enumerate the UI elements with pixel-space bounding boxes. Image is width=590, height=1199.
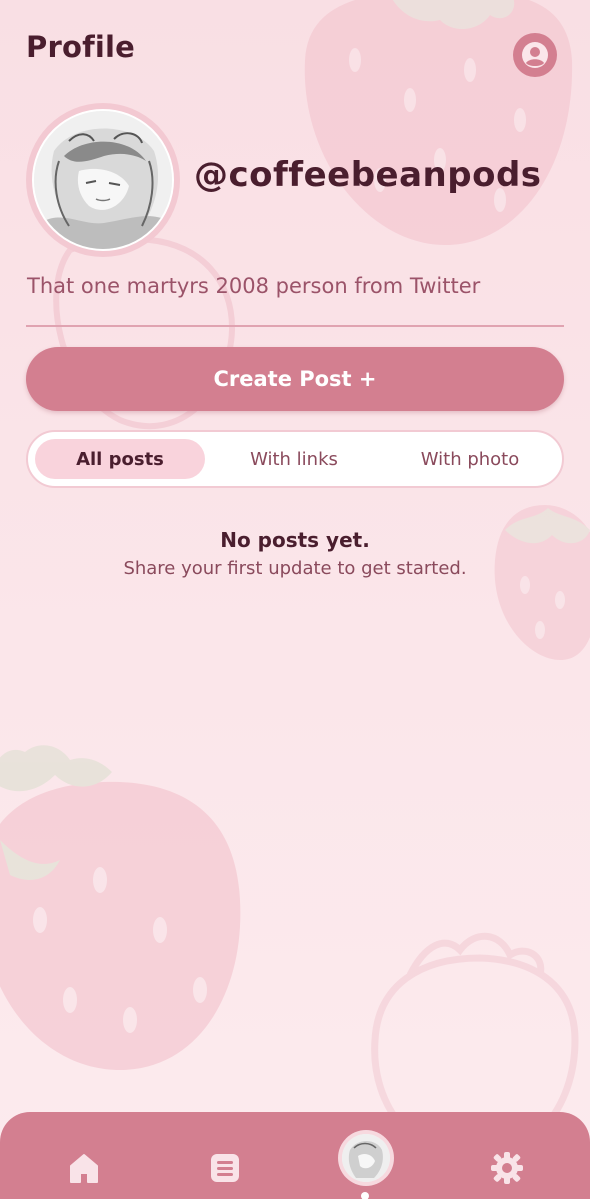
home-icon [70,1154,98,1183]
empty-state-title: No posts yet. [220,528,370,552]
nav-posts[interactable] [203,1146,247,1190]
user-circle-icon [522,42,548,68]
account-button[interactable] [513,33,557,77]
list-icon [211,1154,239,1182]
divider [26,325,564,327]
tab-all-posts[interactable]: All posts [35,439,205,479]
avatar-image [32,109,174,251]
tab-with-photo[interactable]: With photo [383,439,557,479]
profile-screen: Profile @coffeebeanpods That one martyrs… [0,0,590,1199]
active-nav-indicator [361,1192,369,1199]
empty-state-subtitle: Share your first update to get started. [123,558,467,579]
page-title: Profile [26,30,136,64]
nav-settings[interactable] [485,1146,529,1190]
post-filter-tabs: All posts With links With photo [26,430,564,488]
profile-avatar-mini [342,1134,390,1182]
gear-icon [491,1152,523,1184]
username: @coffeebeanpods [194,155,542,195]
profile-avatar[interactable] [26,103,180,257]
tab-with-links[interactable]: With links [208,439,380,479]
create-post-button[interactable]: Create Post + [26,347,564,411]
bottom-navigation [0,1112,590,1199]
nav-home[interactable] [62,1146,106,1190]
nav-profile[interactable] [338,1130,394,1186]
bio-text: That one martyrs 2008 person from Twitte… [27,274,481,298]
